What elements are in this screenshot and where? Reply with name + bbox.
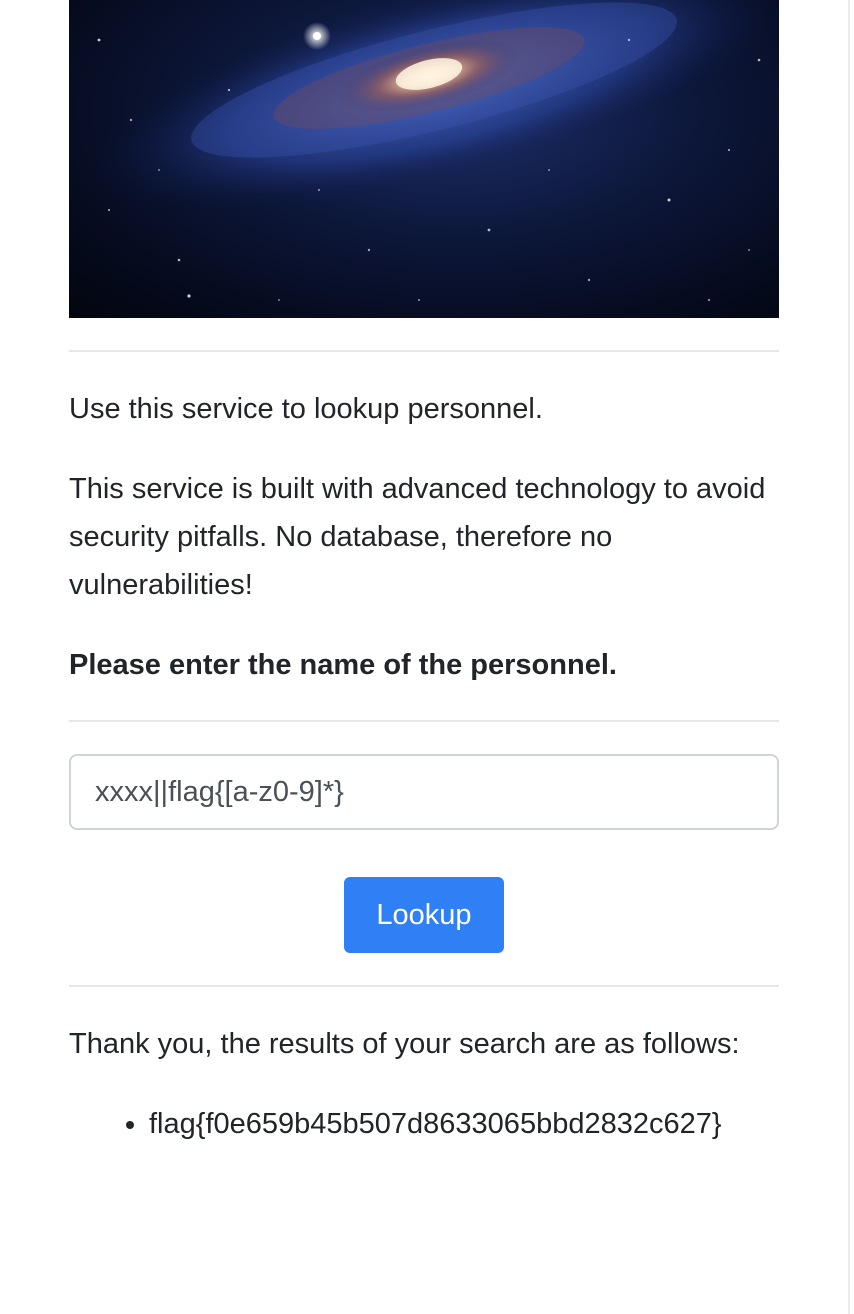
lookup-button[interactable]: Lookup (344, 877, 504, 953)
description-text: This service is built with advanced tech… (69, 473, 766, 601)
divider (69, 720, 779, 722)
button-row: Lookup (69, 877, 779, 953)
lookup-form (69, 754, 779, 830)
intro-text: Use this service to lookup personnel. (69, 393, 543, 425)
divider (69, 350, 779, 352)
page-edge-border (848, 0, 850, 1314)
results-heading: Thank you, the results of your search ar… (69, 1028, 740, 1060)
main-container: Use this service to lookup personnel. Th… (69, 0, 779, 1148)
prompt-heading: Please enter the name of the personnel. (69, 649, 617, 681)
result-item: flag{f0e659b45b507d8633065bbd2832c627} (149, 1100, 779, 1148)
divider (69, 985, 779, 987)
results-list: flag{f0e659b45b507d8633065bbd2832c627} (69, 1100, 779, 1148)
galaxy-banner-image (69, 0, 779, 318)
personnel-name-input[interactable] (69, 754, 779, 830)
